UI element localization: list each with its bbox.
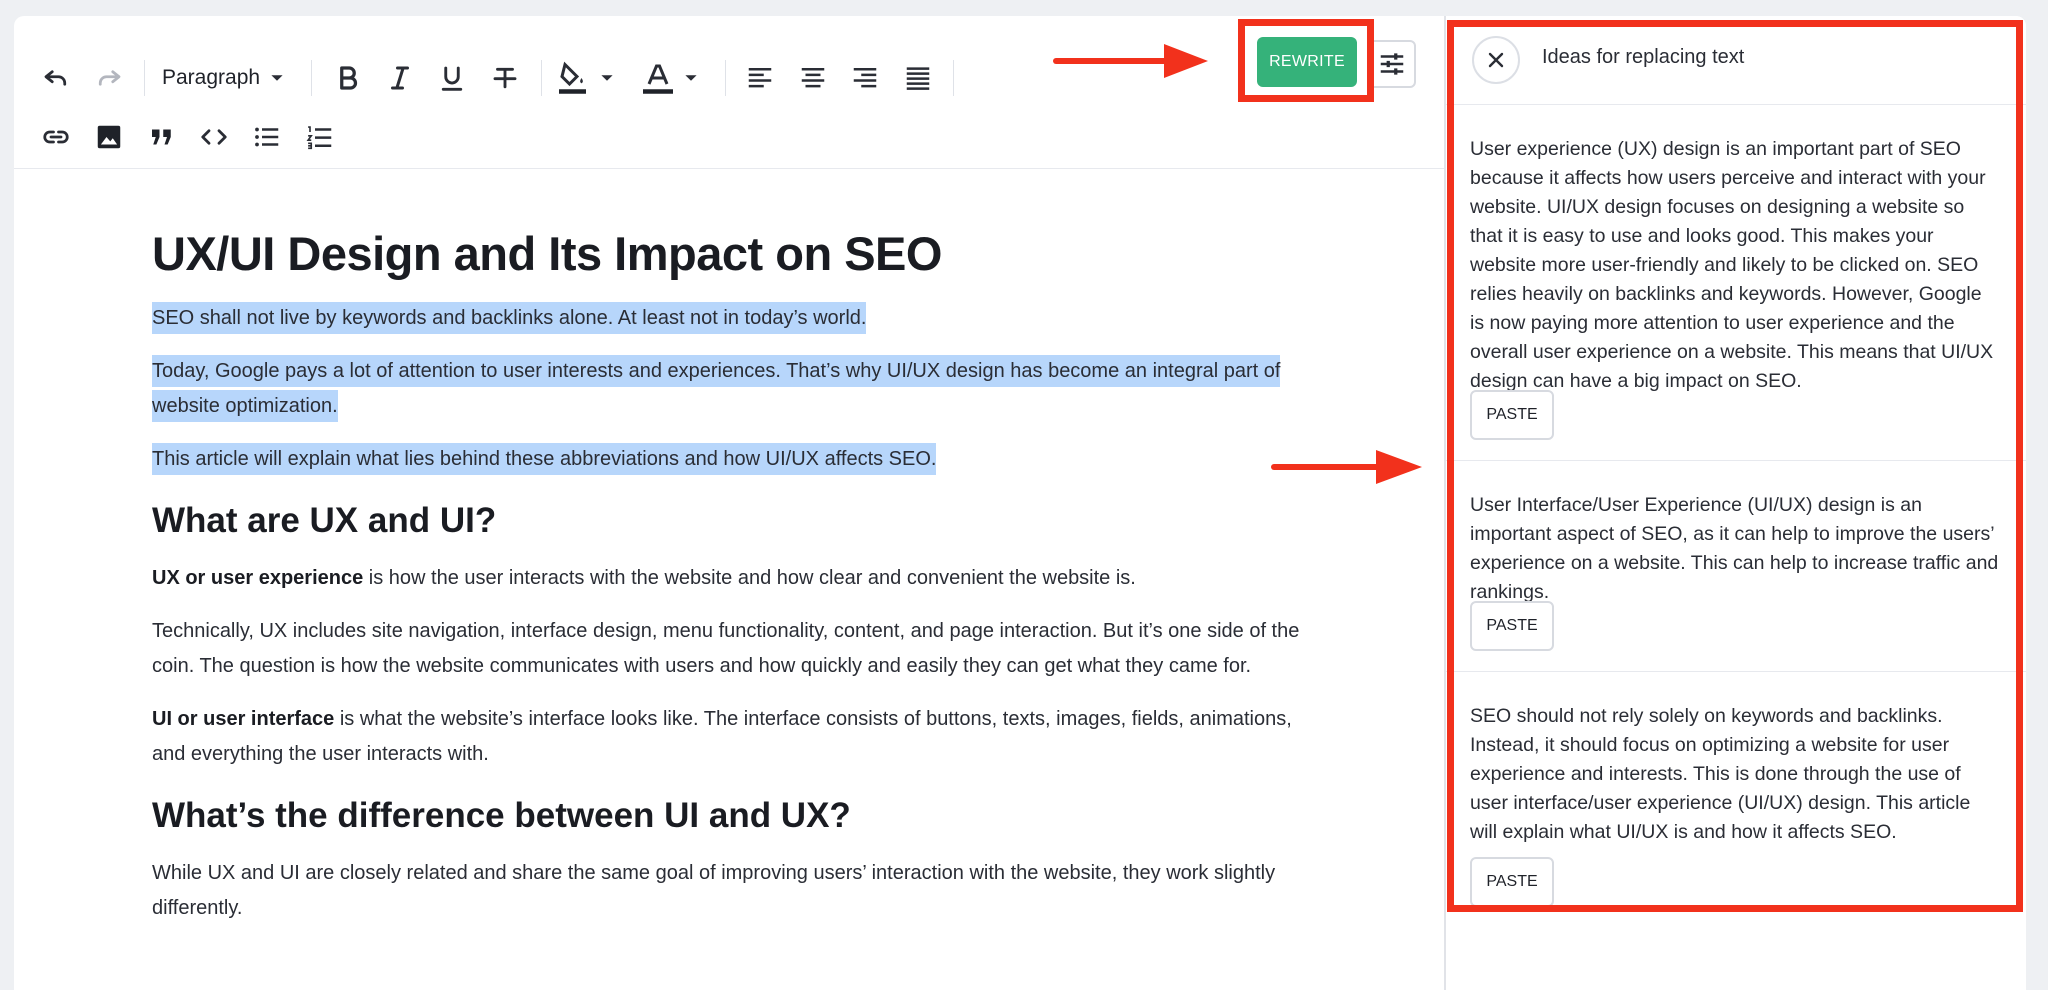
idea-card: SEO should not rely solely on keywords a… [1446,672,2026,912]
toolbar-separator [541,60,542,96]
section-heading: What are UX and UI? [152,501,497,540]
block-format-select[interactable]: Paragraph [162,60,284,96]
align-justify-icon [906,67,930,90]
bold-icon [340,66,358,90]
align-left-button[interactable] [740,58,780,98]
formatting-toolbar: Paragraph REWRITE [14,16,1444,169]
numbered-list-icon [306,126,332,150]
align-center-button[interactable] [793,58,833,98]
italic-icon [391,66,409,90]
align-center-icon [801,68,825,88]
rewrite-settings-button[interactable] [1368,40,1416,88]
strikethrough-icon [493,67,517,89]
quote-icon [152,129,171,145]
rewrite-button[interactable]: REWRITE [1257,37,1357,87]
numbered-list-button[interactable] [300,117,340,157]
redo-icon [98,70,121,86]
blockquote-button[interactable] [142,117,182,157]
code-button[interactable] [194,117,234,157]
bold-term: UI or user interface [152,708,335,730]
selected-text: This article will explain what lies behi… [152,443,937,475]
paragraph: UX or user experience is how the user in… [152,561,1314,596]
selected-text: Today, Google pays a lot of attention to… [152,355,1281,422]
paragraph-text: is how the user interacts with the websi… [363,567,1136,589]
paste-button[interactable]: PASTE [1470,390,1554,440]
paragraph: SEO shall not live by keywords and backl… [152,301,1314,336]
paint-bucket-icon [559,61,586,94]
paragraph: UI or user interface is what the website… [152,702,1314,772]
idea-text: User Interface/User Experience (UI/UX) d… [1470,494,1999,603]
align-left-icon [748,68,772,88]
idea-text: User experience (UX) design is an import… [1470,138,1994,392]
paragraph: Today, Google pays a lot of attention to… [152,354,1314,424]
strikethrough-button[interactable] [485,58,525,98]
caret-down-icon [685,75,697,81]
paragraph: This article will explain what lies behi… [152,442,1314,477]
text-color-button[interactable] [640,58,698,98]
block-format-value: Paragraph [162,66,261,89]
document-body[interactable]: UX/UI Design and Its Impact on SEO SEO s… [152,226,1314,944]
image-icon [97,125,121,149]
selected-text: SEO shall not live by keywords and backl… [152,302,867,334]
bullet-list-icon [255,127,279,147]
insert-image-button[interactable] [89,117,129,157]
undo-button[interactable] [36,58,76,98]
align-right-icon [853,68,877,88]
toolbar-separator [144,60,145,96]
underline-icon [441,66,463,91]
idea-card: User Interface/User Experience (UI/UX) d… [1446,461,2026,672]
redo-button[interactable] [89,58,129,98]
align-right-button[interactable] [845,58,885,98]
sliders-icon [1380,53,1404,75]
bullet-list-button[interactable] [247,117,287,157]
app-window: Paragraph REWRITE UX/UI Design and Its I… [14,16,2026,990]
idea-card: User experience (UX) design is an import… [1446,105,2026,461]
toolbar-separator [725,60,726,96]
document-title: UX/UI Design and Its Impact on SEO [152,227,942,280]
undo-icon [44,70,67,86]
toolbar-separator [953,60,954,96]
section-heading: What’s the difference between UI and UX? [152,796,851,835]
bold-term: UX or user experience [152,567,364,589]
close-panel-button[interactable] [1472,36,1520,84]
link-icon [43,130,69,144]
panel-title: Ideas for replacing text [1542,46,1745,68]
paste-button[interactable]: PASTE [1470,857,1554,907]
caret-down-icon [271,75,283,81]
text-color-icon [643,64,673,94]
highlight-color-button[interactable] [556,58,614,98]
underline-button[interactable] [432,58,472,98]
justify-button[interactable] [898,58,938,98]
italic-button[interactable] [380,58,420,98]
close-icon [1488,52,1504,68]
insert-link-button[interactable] [36,117,76,157]
paste-button[interactable]: PASTE [1470,601,1554,651]
toolbar-separator [311,60,312,96]
paragraph: Technically, UX includes site navigation… [152,620,1300,677]
paragraph: While UX and UI are closely related and … [152,862,1276,919]
caret-down-icon [601,75,613,81]
idea-text: SEO should not rely solely on keywords a… [1470,705,1971,843]
code-icon [201,129,227,145]
editor: Paragraph REWRITE UX/UI Design and Its I… [14,16,1444,990]
panel-header: Ideas for replacing text [1446,16,2026,105]
ideas-panel: Ideas for replacing text User experience… [1444,16,2026,990]
bold-button[interactable] [328,58,368,98]
